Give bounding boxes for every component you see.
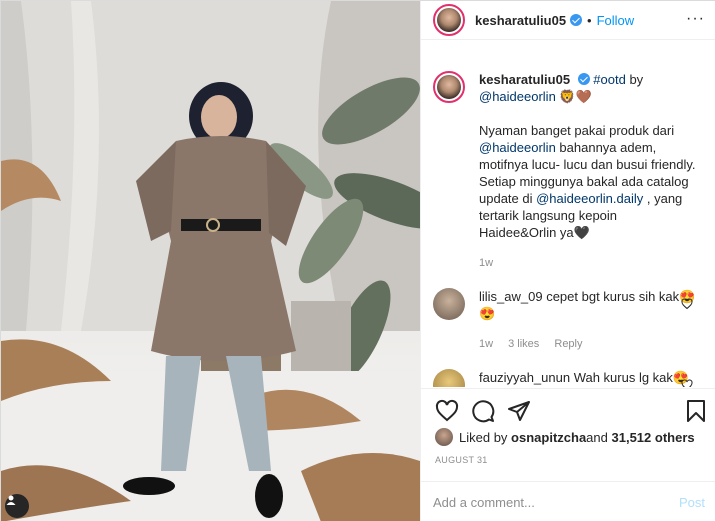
- comment-bubble-icon[interactable]: [471, 399, 495, 423]
- separator-dot: •: [587, 12, 592, 28]
- comment-body: fauziyyah_unun Wah kurus lg kak😍😍: [479, 369, 697, 387]
- comment-time[interactable]: 1w: [479, 338, 493, 350]
- verified-badge-icon: [577, 73, 590, 85]
- user-tag-icon[interactable]: [5, 494, 29, 518]
- likes-prefix: Liked by: [459, 429, 508, 445]
- photo-illustration: [1, 1, 420, 521]
- caption-first-line: kesharatuliu05 #ootd by @haideeorlin 🦁🤎: [479, 71, 697, 105]
- caption-mention[interactable]: @haideeorlin: [479, 89, 556, 104]
- caption-mention-3[interactable]: @haideeorlin.daily: [536, 191, 643, 206]
- author-username[interactable]: kesharatuliu05: [475, 13, 566, 28]
- caption-hashtag[interactable]: #ootd: [593, 72, 626, 87]
- verified-badge-icon: [570, 14, 583, 26]
- author-avatar[interactable]: [433, 4, 465, 36]
- commenter-avatar[interactable]: [433, 288, 465, 320]
- comment-username[interactable]: lilis_aw_09: [479, 289, 543, 304]
- liker-avatar[interactable]: [435, 428, 453, 446]
- caption-username[interactable]: kesharatuliu05: [479, 72, 570, 87]
- post-header: kesharatuliu05 • Follow ···: [421, 1, 715, 40]
- caption: kesharatuliu05 #ootd by @haideeorlin 🦁🤎 …: [433, 71, 705, 272]
- post-comment-button[interactable]: Post: [679, 495, 705, 510]
- comment-meta: 1w 3 likes Reply: [479, 336, 697, 353]
- likes-middle: and: [586, 429, 608, 445]
- comment-item: lilis_aw_09 cepet bgt kurus sih kak😍😍 1w…: [433, 288, 705, 353]
- caption-body: kesharatuliu05 #ootd by @haideeorlin 🦁🤎 …: [479, 71, 697, 272]
- likes-summary: Liked by osnapitzcha and 31,512 others: [435, 428, 695, 446]
- caption-meta: 1w: [479, 255, 697, 272]
- likes-count[interactable]: 31,512 others: [612, 430, 695, 445]
- like-heart-icon[interactable]: [435, 399, 459, 423]
- add-comment-bar: Post: [421, 481, 715, 521]
- commenter-avatar[interactable]: [433, 369, 465, 387]
- caption-time[interactable]: 1w: [479, 257, 493, 269]
- post-date[interactable]: AUGUST 31: [435, 455, 488, 465]
- caption-emoji: 🦁🤎: [555, 89, 592, 104]
- comments-list[interactable]: kesharatuliu05 #ootd by @haideeorlin 🦁🤎 …: [421, 41, 715, 387]
- follow-button[interactable]: Follow: [597, 13, 635, 28]
- caption-mention-2[interactable]: @haideeorlin: [479, 140, 556, 155]
- comment-body: lilis_aw_09 cepet bgt kurus sih kak😍😍 1w…: [479, 288, 697, 353]
- ellipsis-icon[interactable]: ···: [686, 11, 705, 27]
- reply-button[interactable]: Reply: [554, 338, 582, 350]
- comment-item: fauziyyah_unun Wah kurus lg kak😍😍: [433, 369, 705, 387]
- liker-username[interactable]: osnapitzcha: [511, 430, 586, 445]
- share-direct-icon[interactable]: [507, 399, 531, 423]
- bookmark-save-icon[interactable]: [685, 399, 707, 423]
- comment-like-heart-icon[interactable]: [681, 298, 693, 310]
- caption-by: by: [625, 72, 644, 87]
- instagram-post: kesharatuliu05 • Follow ··· kesharatuliu…: [0, 0, 715, 521]
- comment-input[interactable]: [433, 494, 679, 510]
- post-details-panel: kesharatuliu05 • Follow ··· kesharatuliu…: [420, 1, 715, 521]
- caption-text: Nyaman banget pakai produk dari @haideeo…: [479, 122, 697, 241]
- caption-avatar[interactable]: [433, 71, 465, 103]
- comment-like-heart-icon[interactable]: [681, 379, 693, 387]
- comment-username[interactable]: fauziyyah_unun: [479, 370, 570, 385]
- post-photo[interactable]: [1, 1, 420, 521]
- caption-text-part: Nyaman banget pakai produk dari: [479, 123, 675, 138]
- comment-likes[interactable]: 3 likes: [508, 338, 539, 350]
